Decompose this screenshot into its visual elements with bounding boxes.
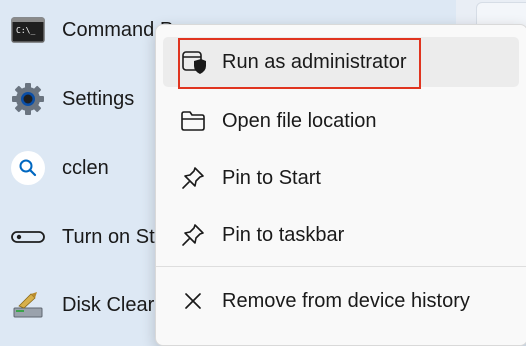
- menu-item-label: Pin to taskbar: [222, 223, 345, 246]
- result-label: Turn on St: [62, 225, 155, 248]
- menu-item-open-file-location[interactable]: Open file location: [163, 96, 519, 146]
- result-turn-on[interactable]: Turn on St: [0, 211, 180, 263]
- menu-separator: [156, 266, 526, 267]
- result-command-prompt[interactable]: C:\_ Command P: [0, 4, 180, 56]
- pin-icon: [179, 221, 207, 249]
- gear-icon: [10, 81, 46, 117]
- result-disk-cleanup[interactable]: Disk Clear: [0, 279, 180, 331]
- folder-icon: [179, 107, 207, 135]
- highlight-annotation-box: [178, 38, 421, 89]
- search-icon: [10, 150, 46, 186]
- disk-cleanup-icon: [10, 287, 46, 323]
- menu-item-label: Remove from device history: [222, 289, 470, 312]
- menu-item-label: Pin to Start: [222, 166, 321, 189]
- menu-item-remove-from-device-history[interactable]: Remove from device history: [163, 276, 519, 326]
- menu-item-label: Open file location: [222, 109, 377, 132]
- toggle-icon: [10, 219, 46, 255]
- command-prompt-icon: C:\_: [10, 12, 46, 48]
- result-label: Disk Clear: [62, 293, 155, 316]
- menu-item-pin-to-start[interactable]: Pin to Start: [163, 153, 519, 203]
- menu-item-pin-to-taskbar[interactable]: Pin to taskbar: [163, 210, 519, 260]
- result-settings[interactable]: Settings: [0, 73, 180, 125]
- close-icon: [179, 287, 207, 315]
- result-label: Settings: [62, 87, 135, 110]
- pin-icon: [179, 164, 207, 192]
- svg-text:C:\_: C:\_: [16, 26, 35, 35]
- result-search-cclen[interactable]: cclen: [0, 142, 180, 194]
- result-label: cclen: [62, 156, 109, 179]
